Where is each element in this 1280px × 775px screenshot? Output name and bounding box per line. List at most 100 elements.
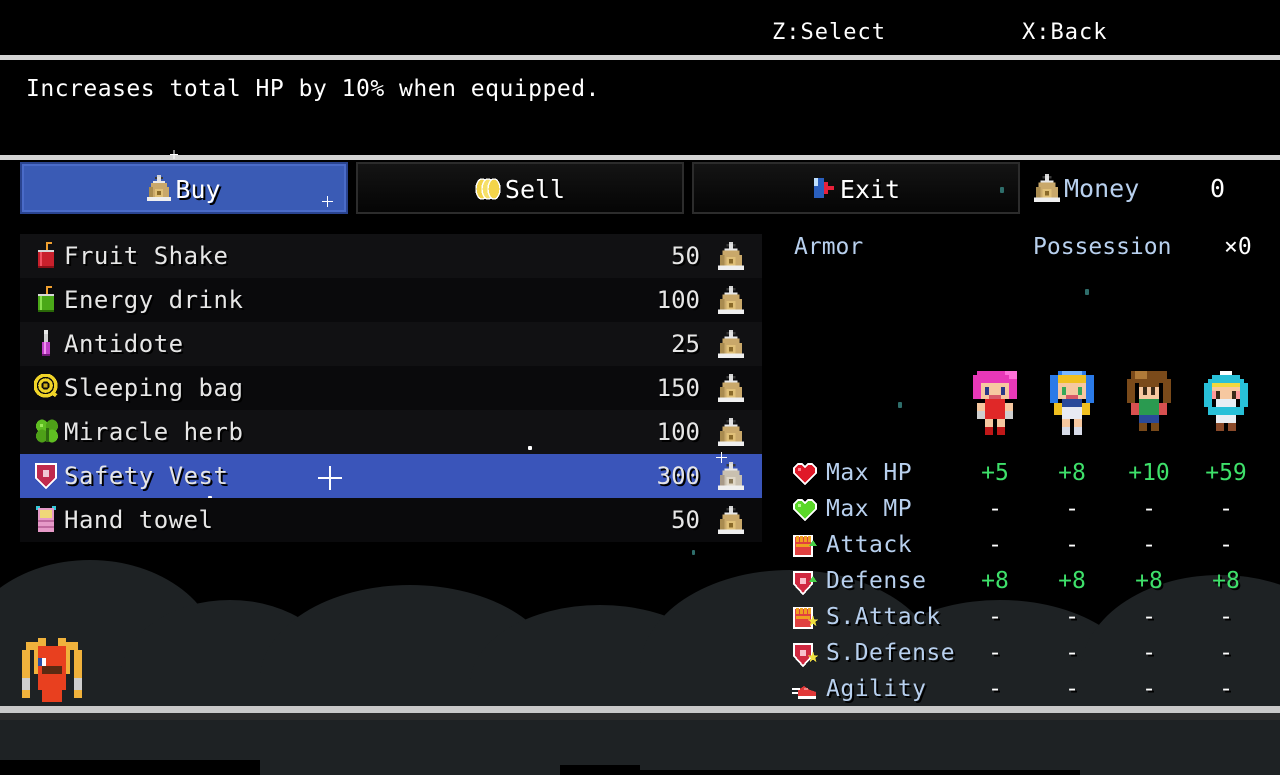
antidote-vial-icon: [34, 330, 58, 358]
stat-value: -: [1142, 532, 1156, 558]
table-row[interactable]: Fruit Shake 50: [20, 234, 762, 278]
towel-icon: [34, 506, 58, 534]
stat-value: +8: [1058, 568, 1086, 594]
money-value: 0: [1210, 173, 1226, 203]
money-bag-icon: [718, 330, 744, 358]
shield-star-icon: [792, 642, 819, 668]
party-member-4: [1204, 371, 1248, 435]
green-drink-icon: [34, 286, 58, 314]
running-shoe-icon: [792, 678, 818, 704]
money-bag-icon: [718, 418, 744, 446]
stat-value: -: [1219, 640, 1233, 666]
tab-exit[interactable]: Exit: [692, 162, 1020, 214]
coins-icon: [475, 177, 501, 200]
stat-label: Agility: [826, 676, 927, 702]
particle-star: [528, 446, 532, 450]
stat-value: +5: [981, 460, 1009, 486]
table-row[interactable]: Sleeping bag 150: [20, 366, 762, 410]
item-price: 150: [656, 374, 700, 402]
red-heart-icon: [792, 462, 818, 488]
item-kind-label: Armor: [794, 234, 864, 260]
item-price: 300: [656, 462, 700, 490]
money-bag-icon: [1034, 174, 1060, 202]
tab-exit-label: Exit: [839, 174, 901, 204]
stat-value: +8: [981, 568, 1009, 594]
stat-label: Defense: [826, 568, 927, 594]
particle-star: [1000, 187, 1004, 193]
stat-value: -: [1219, 604, 1233, 630]
stat-row-s-defense: S.Defense - - - -: [780, 638, 1280, 674]
stat-value: +59: [1205, 460, 1247, 486]
stat-value: -: [1219, 496, 1233, 522]
money-bag-icon: [147, 175, 172, 201]
sparkle-particle: [318, 466, 342, 490]
stat-value: -: [1142, 604, 1156, 630]
item-price: 100: [656, 286, 700, 314]
party-row: [780, 365, 1280, 435]
table-row[interactable]: Energy drink 100: [20, 278, 762, 322]
stat-label: Max HP: [826, 460, 913, 486]
tab-buy-label: Buy: [175, 174, 221, 204]
party-member-1: [973, 371, 1017, 435]
stat-row-max-mp: Max MP - - - -: [780, 494, 1280, 530]
stat-value: -: [1065, 604, 1079, 630]
green-heart-icon: [792, 498, 818, 524]
stat-value: -: [988, 496, 1002, 522]
stat-label: Max MP: [826, 496, 913, 522]
shield-up-icon: [792, 570, 818, 596]
stat-value: +10: [1128, 460, 1170, 486]
ground-fill: [0, 713, 1280, 720]
table-row[interactable]: Hand towel 50: [20, 498, 762, 542]
shop-tab-bar: Buy Sell Exit Money 0: [0, 150, 1280, 216]
item-description-text: Increases total HP by 10% when equipped.: [26, 76, 600, 102]
stat-value: -: [1219, 532, 1233, 558]
hint-select: Z:Select: [772, 20, 886, 45]
stat-value: -: [1142, 496, 1156, 522]
money-display: Money: [1034, 162, 1139, 214]
shield-vest-icon: [34, 462, 58, 490]
table-row-selected[interactable]: Safety Vest 300: [20, 446, 762, 500]
item-name: Energy drink: [64, 286, 244, 314]
stat-label: S.Defense: [826, 640, 956, 666]
stat-value: +8: [1135, 568, 1163, 594]
control-hint-bar: Z:Select X:Back: [0, 0, 1280, 55]
tab-sell-label: Sell: [504, 174, 566, 204]
party-member-3: [1127, 371, 1171, 435]
sleeping-bag-icon: [33, 373, 58, 402]
item-description-panel: Increases total HP by 10% when equipped.: [0, 60, 1280, 155]
item-name: Safety Vest: [64, 462, 229, 490]
table-row[interactable]: Miracle herb 100: [20, 410, 762, 454]
stat-value: -: [988, 532, 1002, 558]
money-bag-icon: [718, 462, 744, 490]
item-name: Fruit Shake: [64, 242, 229, 270]
item-price: 25: [671, 330, 700, 358]
divider-top: [0, 55, 1280, 60]
fist-up-icon: [792, 534, 818, 560]
stat-value: -: [1065, 676, 1079, 702]
shop-item-list[interactable]: Fruit Shake 50 Energy drink 100 Antidote…: [20, 234, 762, 542]
tab-buy[interactable]: Buy: [20, 150, 348, 214]
possession-count: ×0: [1224, 234, 1252, 260]
particle-star: [692, 550, 695, 555]
possession-label: Possession: [1033, 234, 1172, 260]
money-bag-icon: [718, 374, 744, 402]
stat-value: -: [1142, 640, 1156, 666]
tab-sell[interactable]: Sell: [356, 162, 684, 214]
item-stats-panel: Armor Possession ×0 Max HP +5 +8 +10 +59…: [780, 230, 1280, 710]
exit-door-icon: [812, 176, 836, 200]
stat-row-defense: Defense +8 +8 +8 +8: [780, 566, 1280, 602]
stat-value: -: [988, 640, 1002, 666]
stat-value: -: [1065, 496, 1079, 522]
item-name: Hand towel: [64, 506, 214, 534]
stat-row-max-hp: Max HP +5 +8 +10 +59: [780, 458, 1280, 494]
item-price: 100: [656, 418, 700, 446]
money-bag-icon: [718, 286, 744, 314]
item-name: Miracle herb: [64, 418, 244, 446]
stat-label: Attack: [826, 532, 913, 558]
stat-value: +8: [1212, 568, 1240, 594]
stat-value: -: [1065, 532, 1079, 558]
money-label: Money: [1064, 173, 1140, 203]
table-row[interactable]: Antidote 25: [20, 322, 762, 366]
stat-value: -: [1219, 676, 1233, 702]
stat-value: -: [1142, 676, 1156, 702]
